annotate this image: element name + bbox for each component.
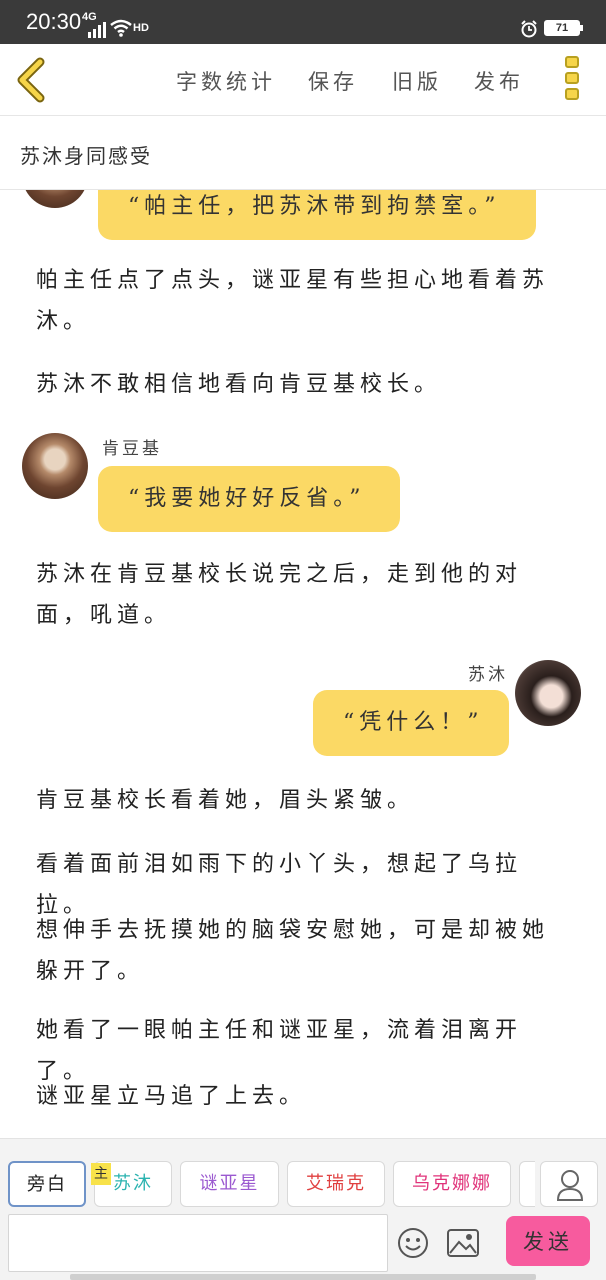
story-content[interactable]: “帕主任，把苏沐带到拘禁室。” 帕主任点了点头，谜亚星有些担心地看着苏沐。 苏沐… <box>0 190 606 1138</box>
role-chip-more[interactable] <box>519 1161 535 1207</box>
image-icon[interactable] <box>447 1229 479 1257</box>
role-chip-wukenana[interactable]: 乌克娜娜 <box>393 1161 511 1207</box>
speaker-name: 肯豆基 <box>102 439 162 459</box>
signal-icon <box>88 22 106 38</box>
speech-bubble[interactable]: “帕主任，把苏沐带到拘禁室。” <box>98 190 536 240</box>
speech-bubble[interactable]: “我要她好好反省。” <box>98 466 400 532</box>
narration-text[interactable]: 苏沐在肯豆基校长说完之后，走到他的对面，吼道。 <box>36 554 566 636</box>
composer-panel: 旁白 主 苏沐 谜亚星 艾瑞克 乌克娜娜 发送 <box>0 1138 606 1280</box>
narration-text[interactable]: 帕主任点了点头，谜亚星有些担心地看着苏沐。 <box>36 260 566 342</box>
editor-toolbar: 字数统计 保存 旧版 发布 <box>0 44 606 116</box>
battery-indicator: 71 <box>544 20 583 36</box>
avatar[interactable] <box>22 190 88 208</box>
narration-text[interactable]: 苏沐不敢相信地看向肯豆基校长。 <box>36 364 566 405</box>
status-time: 20:30 <box>26 9 82 34</box>
old-version-button[interactable]: 旧版 <box>392 66 442 96</box>
alarm-icon <box>521 20 537 38</box>
story-title[interactable]: 苏沐身同感受 <box>20 140 152 169</box>
word-count-button[interactable]: 字数统计 <box>176 66 276 96</box>
scroll-indicator <box>70 1274 536 1280</box>
status-bar: 20:30 4G HD 71 <box>0 0 606 44</box>
main-role-badge: 主 <box>91 1163 111 1185</box>
wifi-icon <box>110 19 132 37</box>
narration-text[interactable]: 想伸手去抚摸她的脑袋安慰她，可是却被她躲开了。 <box>36 910 566 992</box>
hd-indicator: HD <box>133 22 149 34</box>
message-input[interactable] <box>8 1214 388 1272</box>
story-title-bar: 苏沐身同感受 <box>0 116 606 190</box>
speech-bubble[interactable]: “凭什么！” <box>313 690 509 756</box>
save-button[interactable]: 保存 <box>308 66 358 96</box>
avatar[interactable] <box>515 660 581 726</box>
send-button[interactable]: 发送 <box>506 1216 590 1266</box>
narration-text[interactable]: 肯豆基校长看着她，眉头紧皱。 <box>36 780 566 821</box>
narration-text[interactable]: 谜亚星立马追了上去。 <box>36 1076 566 1117</box>
role-chip-narrator[interactable]: 旁白 <box>8 1161 86 1207</box>
user-icon[interactable] <box>540 1161 598 1207</box>
smiley-icon[interactable] <box>397 1227 429 1259</box>
publish-button[interactable]: 发布 <box>474 66 524 96</box>
more-vertical-icon[interactable] <box>565 56 581 104</box>
chevron-left-icon[interactable] <box>14 56 50 104</box>
speaker-name: 苏沐 <box>468 665 508 685</box>
role-chip-airuike[interactable]: 艾瑞克 <box>287 1161 385 1207</box>
avatar[interactable] <box>22 433 88 499</box>
role-chip-miyaxing[interactable]: 谜亚星 <box>180 1161 279 1207</box>
